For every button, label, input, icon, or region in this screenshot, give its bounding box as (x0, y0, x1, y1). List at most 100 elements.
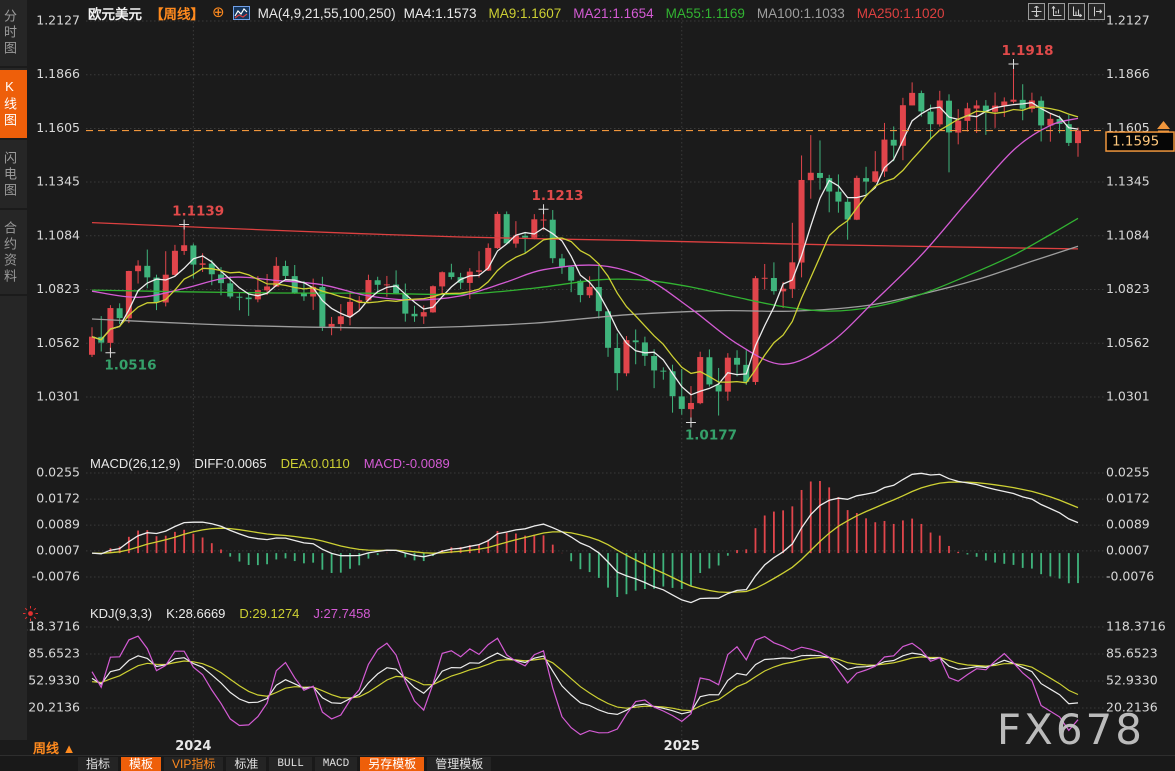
svg-text:1.0301: 1.0301 (1106, 389, 1150, 404)
svg-text:0.0089: 0.0089 (36, 517, 80, 532)
svg-text:1.0562: 1.0562 (36, 335, 80, 350)
toolbar-button-2[interactable]: VIP指标 (164, 757, 223, 771)
annotation-1.1139: 1.1139 (172, 203, 224, 219)
svg-text:85.6523: 85.6523 (28, 646, 80, 661)
chart-tool-icons (1028, 3, 1105, 20)
crosshair-icon[interactable]: ⊕ (212, 6, 225, 20)
svg-text:20.2136: 20.2136 (28, 700, 80, 715)
kdj-d-line (92, 657, 1078, 711)
annotation-1.0177: 1.0177 (685, 428, 737, 444)
svg-text:0.0007: 0.0007 (1106, 542, 1150, 557)
macd-values: DIFF:0.0065 DEA:0.0110 MACD:-0.0089 (194, 456, 449, 471)
annotation-1.1213: 1.1213 (531, 188, 583, 204)
svg-text:0.0255: 0.0255 (36, 465, 80, 480)
svg-text:1.0301: 1.0301 (36, 389, 80, 404)
svg-text:1.1084: 1.1084 (36, 227, 80, 242)
macd-value-2: MACD:-0.0089 (364, 456, 450, 471)
svg-text:0.0172: 0.0172 (36, 491, 80, 506)
ma-value-3: MA55:1.1169 (666, 6, 745, 21)
current-price-tag: 1.1595 (1106, 132, 1174, 151)
svg-text:1.1345: 1.1345 (36, 174, 80, 189)
candlestick-chart[interactable]: 1.21271.21271.18661.18661.16051.16051.13… (0, 0, 1175, 771)
svg-text:1.0823: 1.0823 (36, 281, 80, 296)
svg-text:1.1084: 1.1084 (1106, 227, 1150, 242)
svg-text:1.2127: 1.2127 (36, 13, 80, 28)
kdj-legend: KDJ(9,3,3) K:28.6669 D:29.1274 J:27.7458 (90, 606, 371, 621)
chart-type-sidebar: 分时图 K线图 闪电图 合约资料 (0, 0, 27, 740)
watermark-logo: FX678 (997, 705, 1145, 754)
macd-legend: MACD(26,12,9) DIFF:0.0065 DEA:0.0110 MACD:… (90, 456, 450, 471)
svg-text:1.2127: 1.2127 (1106, 13, 1150, 28)
ma-value-5: MA250:1.1020 (857, 6, 945, 21)
ma-value-0: MA4:1.1573 (404, 6, 477, 21)
ma-line-MA100 (92, 246, 1078, 328)
svg-text:1.0823: 1.0823 (1106, 281, 1150, 296)
toolbar-button-7[interactable]: 管理模板 (427, 757, 491, 771)
svg-text:1.1866: 1.1866 (1106, 66, 1150, 81)
kdj-value-2: J:27.7458 (313, 606, 370, 621)
svg-text:-0.0076: -0.0076 (1106, 569, 1154, 584)
period-label[interactable]: 周线 (33, 741, 59, 756)
ma-value-4: MA100:1.1033 (757, 6, 845, 21)
svg-text:118.3716: 118.3716 (1106, 619, 1166, 634)
kdj-title[interactable]: KDJ(9,3,3) (90, 606, 152, 621)
macd-value-1: DEA:0.0110 (281, 456, 350, 471)
pan-mode-icon[interactable] (1028, 3, 1045, 20)
trading-chart-window: 1.21271.21271.18661.18661.16051.16051.13… (0, 0, 1175, 771)
svg-text:1.1595: 1.1595 (1112, 134, 1159, 150)
sidebar-tab-contract-info[interactable]: 合约资料 (0, 212, 27, 296)
svg-text:0.0089: 0.0089 (1106, 517, 1150, 532)
toolbar-button-5[interactable]: MACD (315, 757, 357, 771)
annotation-1.1918: 1.1918 (1001, 43, 1053, 59)
svg-text:-0.0076: -0.0076 (32, 569, 80, 584)
sidebar-tab-timeshare-chart[interactable]: 分时图 (0, 0, 27, 68)
ma-value-1: MA9:1.1607 (488, 6, 561, 21)
toolbar-button-1[interactable]: 模板 (121, 757, 161, 771)
svg-text:0.0172: 0.0172 (1106, 491, 1150, 506)
toolbar-button-6[interactable]: 另存模板 (360, 757, 424, 771)
ma-value-2: MA21:1.1654 (573, 6, 653, 21)
kdj-j-line (92, 636, 1078, 735)
sidebar-tab-flash-chart[interactable]: 闪电图 (0, 142, 27, 210)
annotation-1.0516: 1.0516 (104, 358, 156, 374)
svg-text:0.0007: 0.0007 (36, 542, 80, 557)
chart-header: 欧元美元 【周线】 ⊕ MA(4,9,21,55,100,250) MA4:1.… (88, 3, 945, 23)
ma-style-icon[interactable] (233, 6, 250, 20)
macd-title[interactable]: MACD(26,12,9) (90, 456, 180, 471)
kdj-k-line (92, 653, 1078, 714)
ma-values: MA4:1.1573 MA9:1.1607 MA21:1.1654 MA55:1.11… (404, 6, 945, 21)
ma-params-label[interactable]: MA(4,9,21,55,100,250) (258, 6, 396, 21)
ma-overlays (92, 103, 1078, 395)
period-tag[interactable]: 【周线】 (150, 3, 204, 23)
toolbar-button-3[interactable]: 标准 (226, 757, 266, 771)
kdj-values: K:28.6669 D:29.1274 J:27.7458 (166, 606, 370, 621)
live-flash-icon (22, 605, 39, 622)
svg-text:0.0255: 0.0255 (1106, 465, 1150, 480)
macd-pane (92, 473, 1078, 602)
svg-text:52.9330: 52.9330 (1106, 672, 1158, 687)
gridlines: 1.21271.21271.18661.18661.16051.16051.13… (20, 13, 1165, 753)
svg-text:1.1605: 1.1605 (36, 120, 80, 135)
kdj-value-0: K:28.6669 (166, 606, 225, 621)
svg-text:85.6523: 85.6523 (1106, 646, 1158, 661)
svg-text:1.1866: 1.1866 (36, 66, 80, 81)
svg-text:1.0562: 1.0562 (1106, 335, 1150, 350)
macd-value-0: DIFF:0.0065 (194, 456, 266, 471)
scroll-to-latest-icon[interactable] (1157, 121, 1170, 129)
period-collapse-arrow[interactable]: ▲ (63, 741, 76, 756)
export-panel-icon[interactable] (1088, 3, 1105, 20)
svg-text:52.9330: 52.9330 (28, 672, 80, 687)
toolbar-button-4[interactable]: BULL (269, 757, 311, 771)
indicator-toolbar: 指标模板VIP指标标准BULL MACD另存模板管理模板 (0, 755, 1175, 771)
year-label: 2025 (664, 739, 700, 754)
ma-line-MA21 (92, 118, 1078, 364)
y-axis-scale-icon[interactable] (1048, 3, 1065, 20)
sidebar-tab-kline-chart[interactable]: K线图 (0, 70, 27, 140)
year-label: 2024 (175, 739, 211, 754)
kdj-pane (92, 636, 1078, 735)
ma-line-MA4 (92, 103, 1078, 395)
kdj-value-1: D:29.1274 (239, 606, 299, 621)
x-axis-scale-icon[interactable] (1068, 3, 1085, 20)
symbol-name: 欧元美元 (88, 3, 142, 23)
toolbar-button-0[interactable]: 指标 (78, 757, 118, 771)
